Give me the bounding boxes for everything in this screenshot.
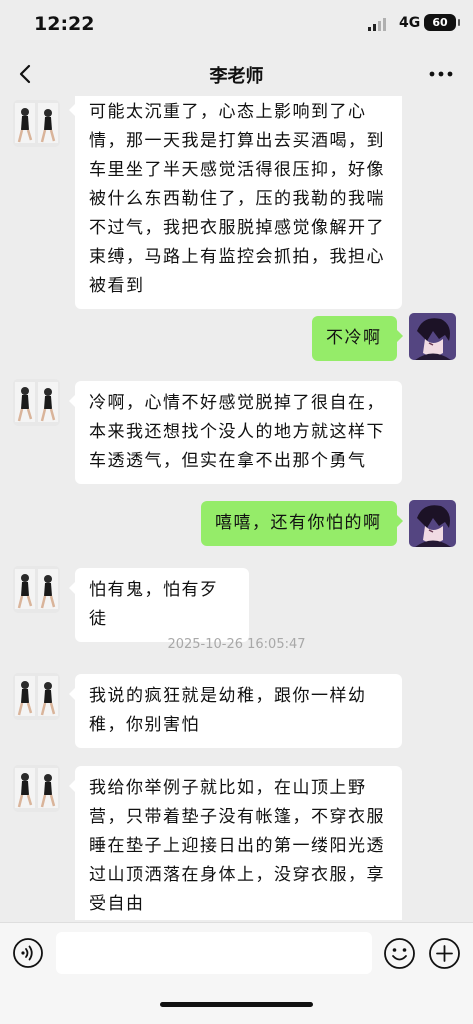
chat-area[interactable]: 可能太沉重了，心态上影响到了心 情，那一天我是打算出去买酒喝，到 车里坐了半天感… — [0, 96, 473, 920]
message-line: 嘻嘻，还有你怕的啊 — [215, 513, 382, 533]
my-avatar-image — [409, 313, 456, 360]
message-line: 稚，你别害怕 — [89, 715, 200, 735]
message-line: 不冷啊 — [326, 328, 382, 348]
more-button[interactable] — [425, 58, 457, 90]
message-line: 可能太沉重了，心态上影响到了心 — [89, 102, 367, 122]
contact-avatar-image — [13, 379, 60, 426]
message-line: 受自由 — [89, 894, 145, 914]
emoji-icon — [384, 938, 415, 969]
message-line: 怕有鬼，怕有歹徒 — [89, 580, 219, 629]
contact-avatar[interactable] — [13, 100, 60, 147]
more-dots-icon — [429, 71, 453, 77]
message-line: 睡在垫子上迎接日出的第一缕阳光透 — [89, 836, 385, 856]
contact-avatar-image — [13, 100, 60, 147]
voice-icon — [13, 938, 43, 968]
chat-title: 李老师 — [209, 66, 264, 87]
more-actions-button[interactable] — [428, 937, 461, 970]
contact-avatar[interactable] — [13, 379, 60, 426]
message-line: 营，只带着垫子没有帐篷，不穿衣服 — [89, 807, 385, 827]
contact-avatar[interactable] — [13, 566, 60, 613]
message-bubble[interactable]: 不冷啊 — [312, 316, 403, 361]
message-line: 我给你举例子就比如，在山顶上野 — [89, 778, 367, 798]
message-bubble[interactable]: 可能太沉重了，心态上影响到了心 情，那一天我是打算出去买酒喝，到 车里坐了半天感… — [69, 96, 402, 309]
contact-avatar-image — [13, 566, 60, 613]
home-indicator — [160, 1002, 313, 1007]
voice-button[interactable] — [12, 937, 44, 969]
message-line: 束缚，马路上有监控会抓拍，我担心 — [89, 247, 385, 267]
my-avatar-image — [409, 500, 456, 547]
message-line: 被看到 — [89, 276, 145, 296]
message-line: 本来我还想找个没人的地方就这样下 — [89, 422, 385, 442]
my-avatar[interactable] — [409, 313, 456, 360]
message-line: 车里坐了半天感觉活得很压抑，好像 — [89, 160, 385, 180]
contact-avatar-image — [13, 765, 60, 812]
message-line: 冷啊，心情不好感觉脱掉了很自在， — [89, 393, 385, 413]
message-line: 情，那一天我是打算出去买酒喝，到 — [89, 131, 385, 151]
message-bubble[interactable]: 我给你举例子就比如，在山顶上野 营，只带着垫子没有帐篷，不穿衣服 睡在垫子上迎接… — [69, 766, 402, 920]
message-line: 被什么东西勒住了，压的我勒的我喘 — [89, 189, 385, 209]
signal-icon — [368, 17, 386, 31]
message-bubble[interactable]: 怕有鬼，怕有歹徒 — [69, 568, 249, 642]
message-timestamp: 2025-10-26 16:05:47 — [167, 637, 306, 652]
message-line: 我说的疯狂就是幼稚，跟你一样幼 — [89, 686, 367, 706]
nav-bar: 李老师 — [0, 50, 473, 96]
contact-avatar-image — [13, 673, 60, 720]
contact-avatar[interactable] — [13, 673, 60, 720]
status-time: 12:22 — [34, 13, 95, 35]
plus-icon — [429, 938, 460, 969]
message-bubble[interactable]: 冷啊，心情不好感觉脱掉了很自在， 本来我还想找个没人的地方就这样下 车透透气，但… — [69, 381, 402, 484]
input-bar — [0, 922, 473, 1024]
message-line: 不过气，我把衣服脱掉感觉像解开了 — [89, 218, 385, 238]
emoji-button[interactable] — [383, 937, 416, 970]
battery-icon: 60 — [424, 14, 460, 31]
message-bubble[interactable]: 嘻嘻，还有你怕的啊 — [201, 501, 403, 546]
message-bubble[interactable]: 我说的疯狂就是幼稚，跟你一样幼 稚，你别害怕 — [69, 674, 402, 748]
network-type: 4G — [399, 15, 421, 31]
my-avatar[interactable] — [409, 500, 456, 547]
message-line: 车透透气，但实在拿不出那个勇气 — [89, 451, 367, 471]
battery-level: 60 — [432, 16, 448, 29]
status-bar: 12:22 4G 60 — [0, 0, 473, 50]
contact-avatar[interactable] — [13, 765, 60, 812]
message-input[interactable] — [56, 932, 372, 974]
message-line: 过山顶洒落在身体上，没穿衣服，享 — [89, 865, 385, 885]
